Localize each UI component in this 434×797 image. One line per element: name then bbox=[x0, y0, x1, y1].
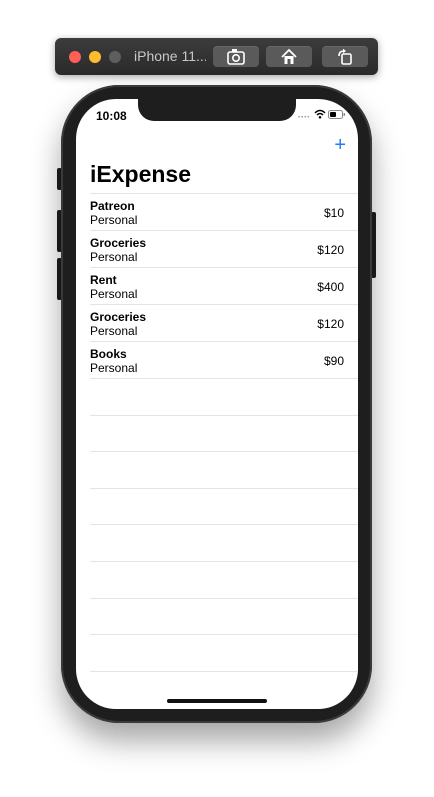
expense-row[interactable]: Rent Personal $400 bbox=[90, 267, 358, 304]
page-title: iExpense bbox=[90, 161, 191, 187]
empty-list-row bbox=[90, 487, 358, 525]
expense-list: Patreon Personal $10 Groceries Personal … bbox=[90, 193, 358, 707]
screenshot-icon bbox=[227, 49, 245, 65]
add-expense-button[interactable]: + bbox=[334, 135, 346, 155]
expense-amount: $90 bbox=[323, 354, 344, 368]
expense-type: Personal bbox=[90, 324, 138, 338]
minimize-window-button[interactable] bbox=[89, 51, 101, 63]
expense-amount: $10 bbox=[323, 206, 344, 220]
expense-name: Books bbox=[90, 347, 127, 361]
expense-type: Personal bbox=[90, 287, 138, 301]
expense-amount: $120 bbox=[317, 243, 344, 257]
home-icon bbox=[281, 48, 297, 64]
cellular-signal-icon: •••• bbox=[298, 115, 311, 121]
expense-row[interactable]: Groceries Personal $120 bbox=[90, 304, 358, 341]
simulator-toolbar: iPhone 11... bbox=[55, 38, 378, 75]
empty-list-row bbox=[90, 560, 358, 598]
expense-name: Rent bbox=[90, 273, 117, 287]
notch bbox=[138, 99, 296, 121]
expense-type: Personal bbox=[90, 361, 138, 375]
wifi-icon bbox=[314, 109, 326, 119]
window-title: iPhone 11... bbox=[134, 48, 206, 64]
expense-name: Patreon bbox=[90, 199, 135, 213]
phone-screen: 10:08 •••• + iExpense Patreon Personal $… bbox=[76, 99, 358, 709]
battery-icon bbox=[328, 110, 345, 119]
rotate-button[interactable] bbox=[322, 46, 368, 67]
expense-row[interactable]: Groceries Personal $120 bbox=[90, 230, 358, 267]
zoom-window-button[interactable] bbox=[109, 51, 121, 63]
close-window-button[interactable] bbox=[69, 51, 81, 63]
empty-list-row bbox=[90, 451, 358, 488]
expense-type: Personal bbox=[90, 250, 138, 264]
expense-row[interactable]: Books Personal $90 bbox=[90, 341, 358, 378]
home-indicator[interactable] bbox=[167, 699, 267, 703]
expense-amount: $120 bbox=[317, 317, 344, 331]
empty-list-row bbox=[90, 378, 358, 415]
empty-list-row bbox=[90, 634, 358, 671]
empty-list-row bbox=[90, 597, 358, 635]
home-button[interactable] bbox=[266, 46, 312, 67]
expense-name: Groceries bbox=[90, 236, 147, 250]
rotate-icon bbox=[338, 48, 352, 65]
expense-name: Groceries bbox=[90, 310, 147, 324]
expense-row[interactable]: Patreon Personal $10 bbox=[90, 193, 358, 230]
screenshot-button[interactable] bbox=[213, 46, 259, 67]
empty-list-row bbox=[90, 524, 358, 561]
status-time: 10:08 bbox=[96, 109, 127, 123]
expense-amount: $400 bbox=[317, 280, 344, 294]
empty-list-row bbox=[90, 414, 358, 452]
expense-type: Personal bbox=[90, 213, 138, 227]
